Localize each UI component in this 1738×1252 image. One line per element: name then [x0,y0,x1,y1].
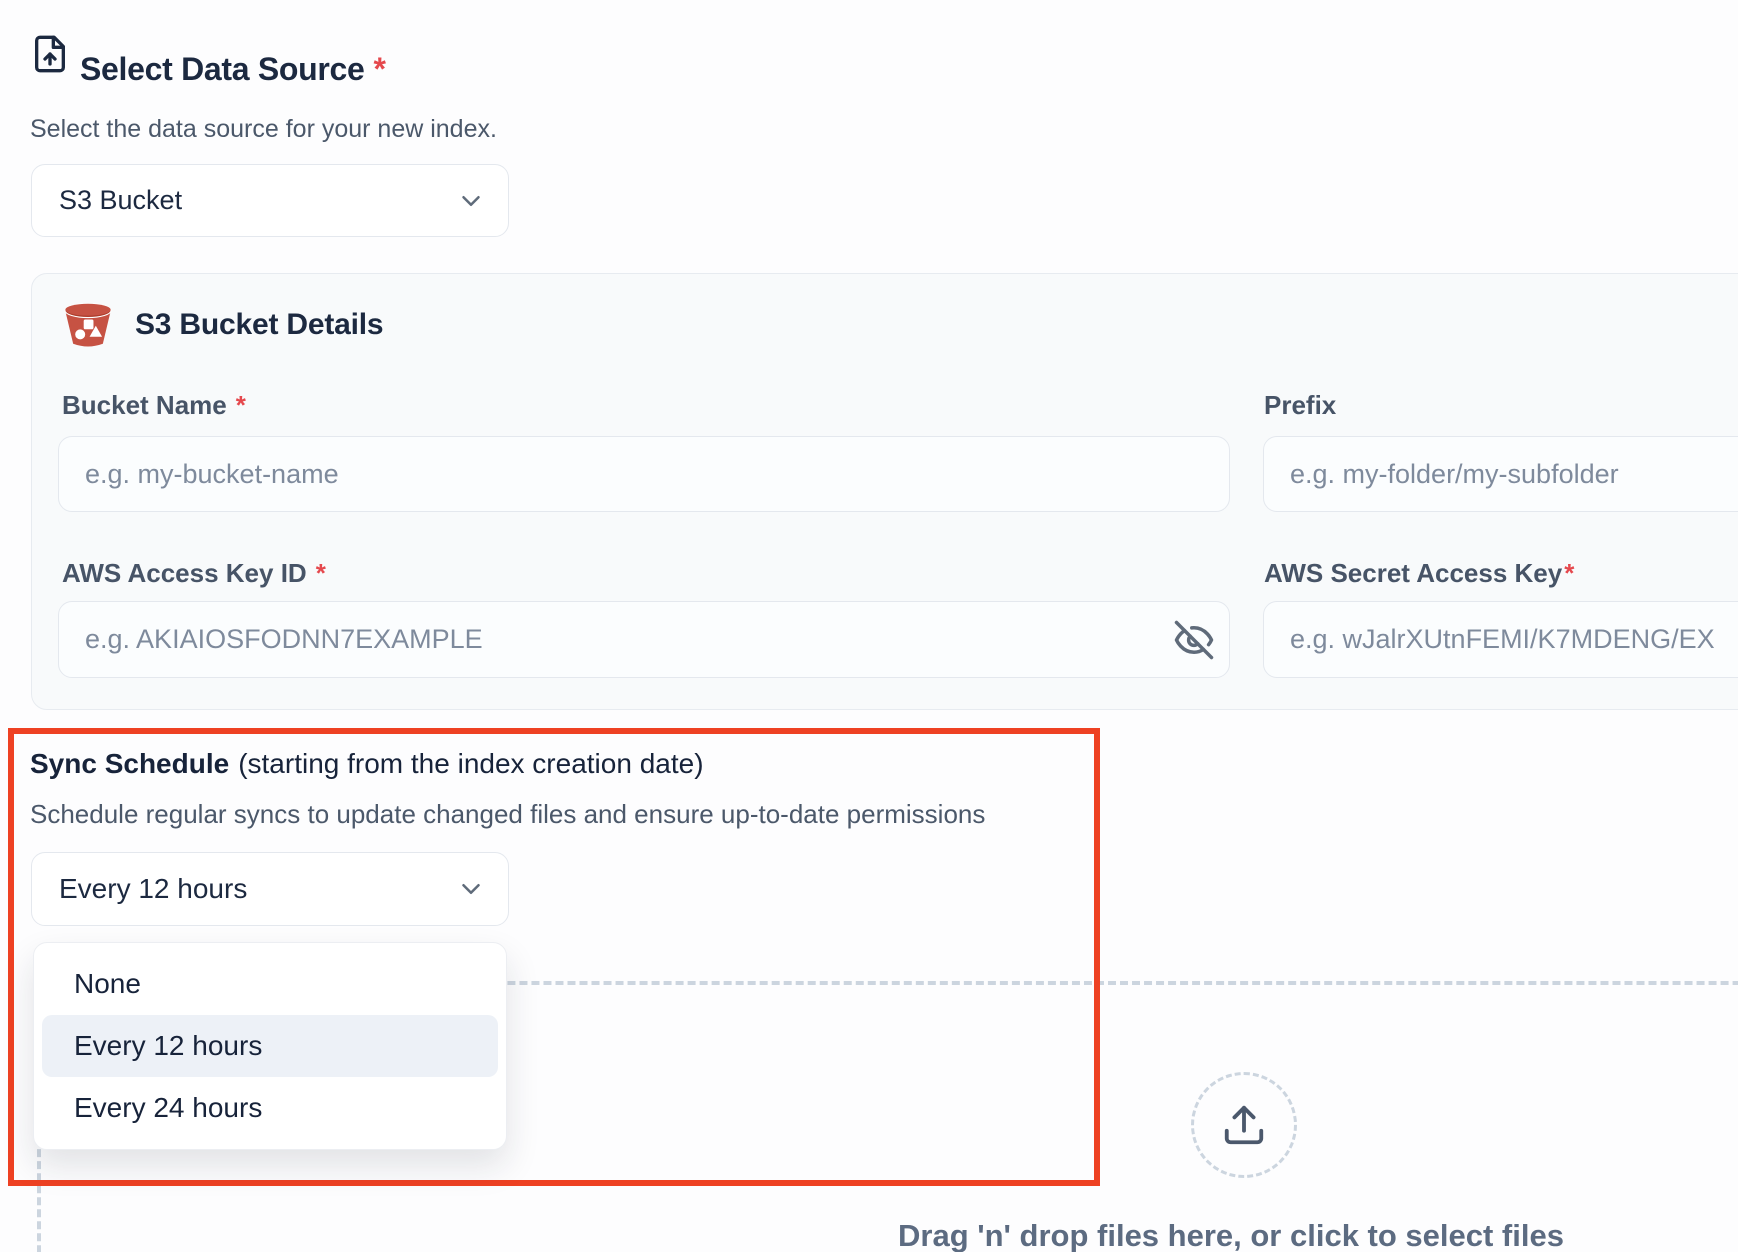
sync-schedule-subtitle: Schedule regular syncs to update changed… [30,799,985,830]
secret-access-key-label: AWS Secret Access Key* [1264,558,1574,589]
chevron-down-icon [456,874,486,904]
bucket-name-input[interactable] [58,436,1230,512]
card-title: S3 Bucket Details [135,308,383,342]
s3-bucket-details-card: S3 Bucket Details Bucket Name* Prefix AW… [31,273,1738,710]
eye-off-icon [1173,619,1215,661]
new-index-form: Select Data Source* Select the data sour… [0,0,1738,1252]
access-key-id-input[interactable] [58,601,1230,678]
page-title: Select Data Source* [80,51,386,88]
menu-option-every-24-hours[interactable]: Every 24 hours [42,1077,498,1139]
card-header: S3 Bucket Details [63,302,383,348]
sync-schedule-title: Sync Schedule(starting from the index cr… [30,748,704,780]
data-source-select-value: S3 Bucket [59,185,182,216]
required-mark: * [374,51,386,87]
sync-schedule-select-value: Every 12 hours [59,873,247,905]
prefix-label: Prefix [1264,390,1336,421]
dropzone-text: Drag 'n' drop files here, or click to se… [898,1218,1564,1252]
page-subtitle: Select the data source for your new inde… [30,115,497,144]
upload-icon [1221,1102,1267,1148]
bucket-name-label: Bucket Name* [62,390,246,421]
menu-option-none[interactable]: None [42,953,498,1015]
data-source-select[interactable]: S3 Bucket [31,164,509,237]
toggle-secret-visibility-button[interactable] [1168,614,1220,666]
sync-schedule-select[interactable]: Every 12 hours [31,852,509,926]
prefix-input[interactable] [1263,436,1738,512]
sync-schedule-menu: None Every 12 hours Every 24 hours [33,942,507,1150]
chevron-down-icon [456,186,486,216]
menu-option-every-12-hours[interactable]: Every 12 hours [42,1015,498,1077]
s3-bucket-icon [63,302,113,348]
access-key-id-label: AWS Access Key ID* [62,558,326,589]
file-up-icon [30,32,70,76]
upload-circle [1191,1072,1297,1178]
secret-access-key-input[interactable] [1263,601,1738,678]
